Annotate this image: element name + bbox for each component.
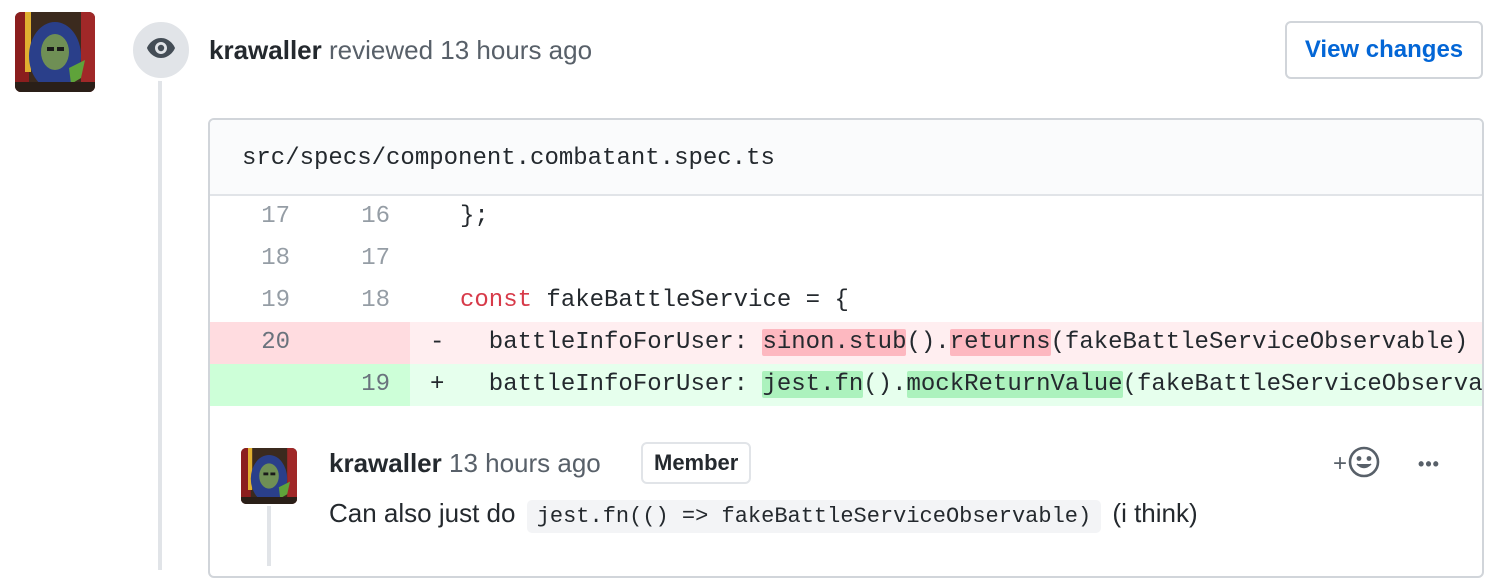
comment-text: (i think)	[1112, 498, 1198, 528]
old-line-number[interactable]	[210, 364, 290, 406]
comment-text: Can also just do	[329, 498, 516, 528]
diff-row: 19 18 const fakeBattleService = {	[210, 280, 1482, 322]
diff-code: battleInfoForUser: sinon.stub().returns(…	[460, 322, 1468, 364]
diff-row: 18 17	[210, 238, 1482, 280]
new-line-number[interactable]	[310, 322, 390, 364]
review-action: reviewed	[328, 35, 434, 65]
old-line-number[interactable]: 20	[210, 322, 290, 364]
code-text: battleInfoForUser:	[460, 329, 763, 356]
added-token: mockReturnValue	[906, 371, 1123, 398]
reviewer-avatar[interactable]	[15, 12, 95, 92]
diff-row-addition: 19 + battleInfoForUser: jest.fn().mockRe…	[210, 364, 1483, 406]
new-line-number[interactable]: 18	[310, 280, 390, 322]
addition-marker: +	[430, 371, 445, 398]
inline-code: jest.fn(() => fakeBattleServiceObservabl…	[526, 500, 1102, 533]
comment-header: krawaller 13 hours ago	[329, 446, 601, 480]
member-badge: Member	[641, 442, 752, 484]
code-text: battleInfoForUser:	[460, 371, 763, 398]
commenter-avatar[interactable]	[241, 448, 297, 504]
comment-body: Can also just do jest.fn(() => fakeBattl…	[329, 494, 1198, 536]
eye-icon	[146, 37, 176, 64]
comment-timestamp[interactable]: 13 hours ago	[449, 448, 601, 478]
view-changes-button[interactable]: View changes	[1285, 21, 1483, 79]
diff-code: };	[460, 203, 489, 230]
diff-row-deletion: 20 - battleInfoForUser: sinon.stub().ret…	[210, 322, 1482, 364]
old-line-number[interactable]: 19	[210, 280, 290, 322]
new-line-number[interactable]: 17	[310, 238, 390, 280]
file-path[interactable]: src/specs/component.combatant.spec.ts	[242, 144, 775, 174]
deletion-marker: -	[430, 329, 445, 356]
kebab-horizontal-icon: •••	[1418, 453, 1440, 474]
code-text: fakeBattleService = {	[532, 287, 849, 314]
new-line-number[interactable]: 19	[310, 364, 390, 406]
diff-code: const fakeBattleService = {	[460, 280, 849, 322]
old-line-number[interactable]: 18	[210, 238, 290, 280]
comment-author-link[interactable]: krawaller	[329, 448, 442, 478]
code-keyword: const	[460, 287, 533, 314]
removed-token: returns	[949, 329, 1051, 356]
diff-code: battleInfoForUser: jest.fn().mockReturnV…	[460, 364, 1483, 406]
code-text: ().	[906, 329, 950, 356]
comment-thread-line	[267, 506, 271, 566]
timeline-badge	[130, 19, 192, 81]
comment-options-button[interactable]: •••	[1412, 446, 1446, 482]
add-reaction-button[interactable]: +	[1333, 446, 1380, 482]
diff-row: 17 16 };	[210, 196, 1482, 238]
review-author-link[interactable]: krawaller	[209, 35, 322, 65]
review-timestamp[interactable]: 13 hours ago	[440, 35, 592, 65]
code-text: (fakeBattleServiceObserva	[1122, 371, 1483, 398]
timeline-line	[158, 70, 162, 570]
old-line-number[interactable]: 17	[210, 196, 290, 238]
added-token: jest.fn	[762, 371, 864, 398]
code-text: ().	[863, 371, 907, 398]
file-header: src/specs/component.combatant.spec.ts	[210, 120, 1482, 196]
new-line-number[interactable]: 16	[310, 196, 390, 238]
reaction-plus: +	[1333, 450, 1348, 477]
code-text: (fakeBattleServiceObservable)	[1050, 329, 1469, 356]
removed-token: sinon.stub	[762, 329, 907, 356]
review-header: krawaller reviewed 13 hours ago	[209, 33, 592, 67]
smiley-icon	[1348, 446, 1380, 483]
